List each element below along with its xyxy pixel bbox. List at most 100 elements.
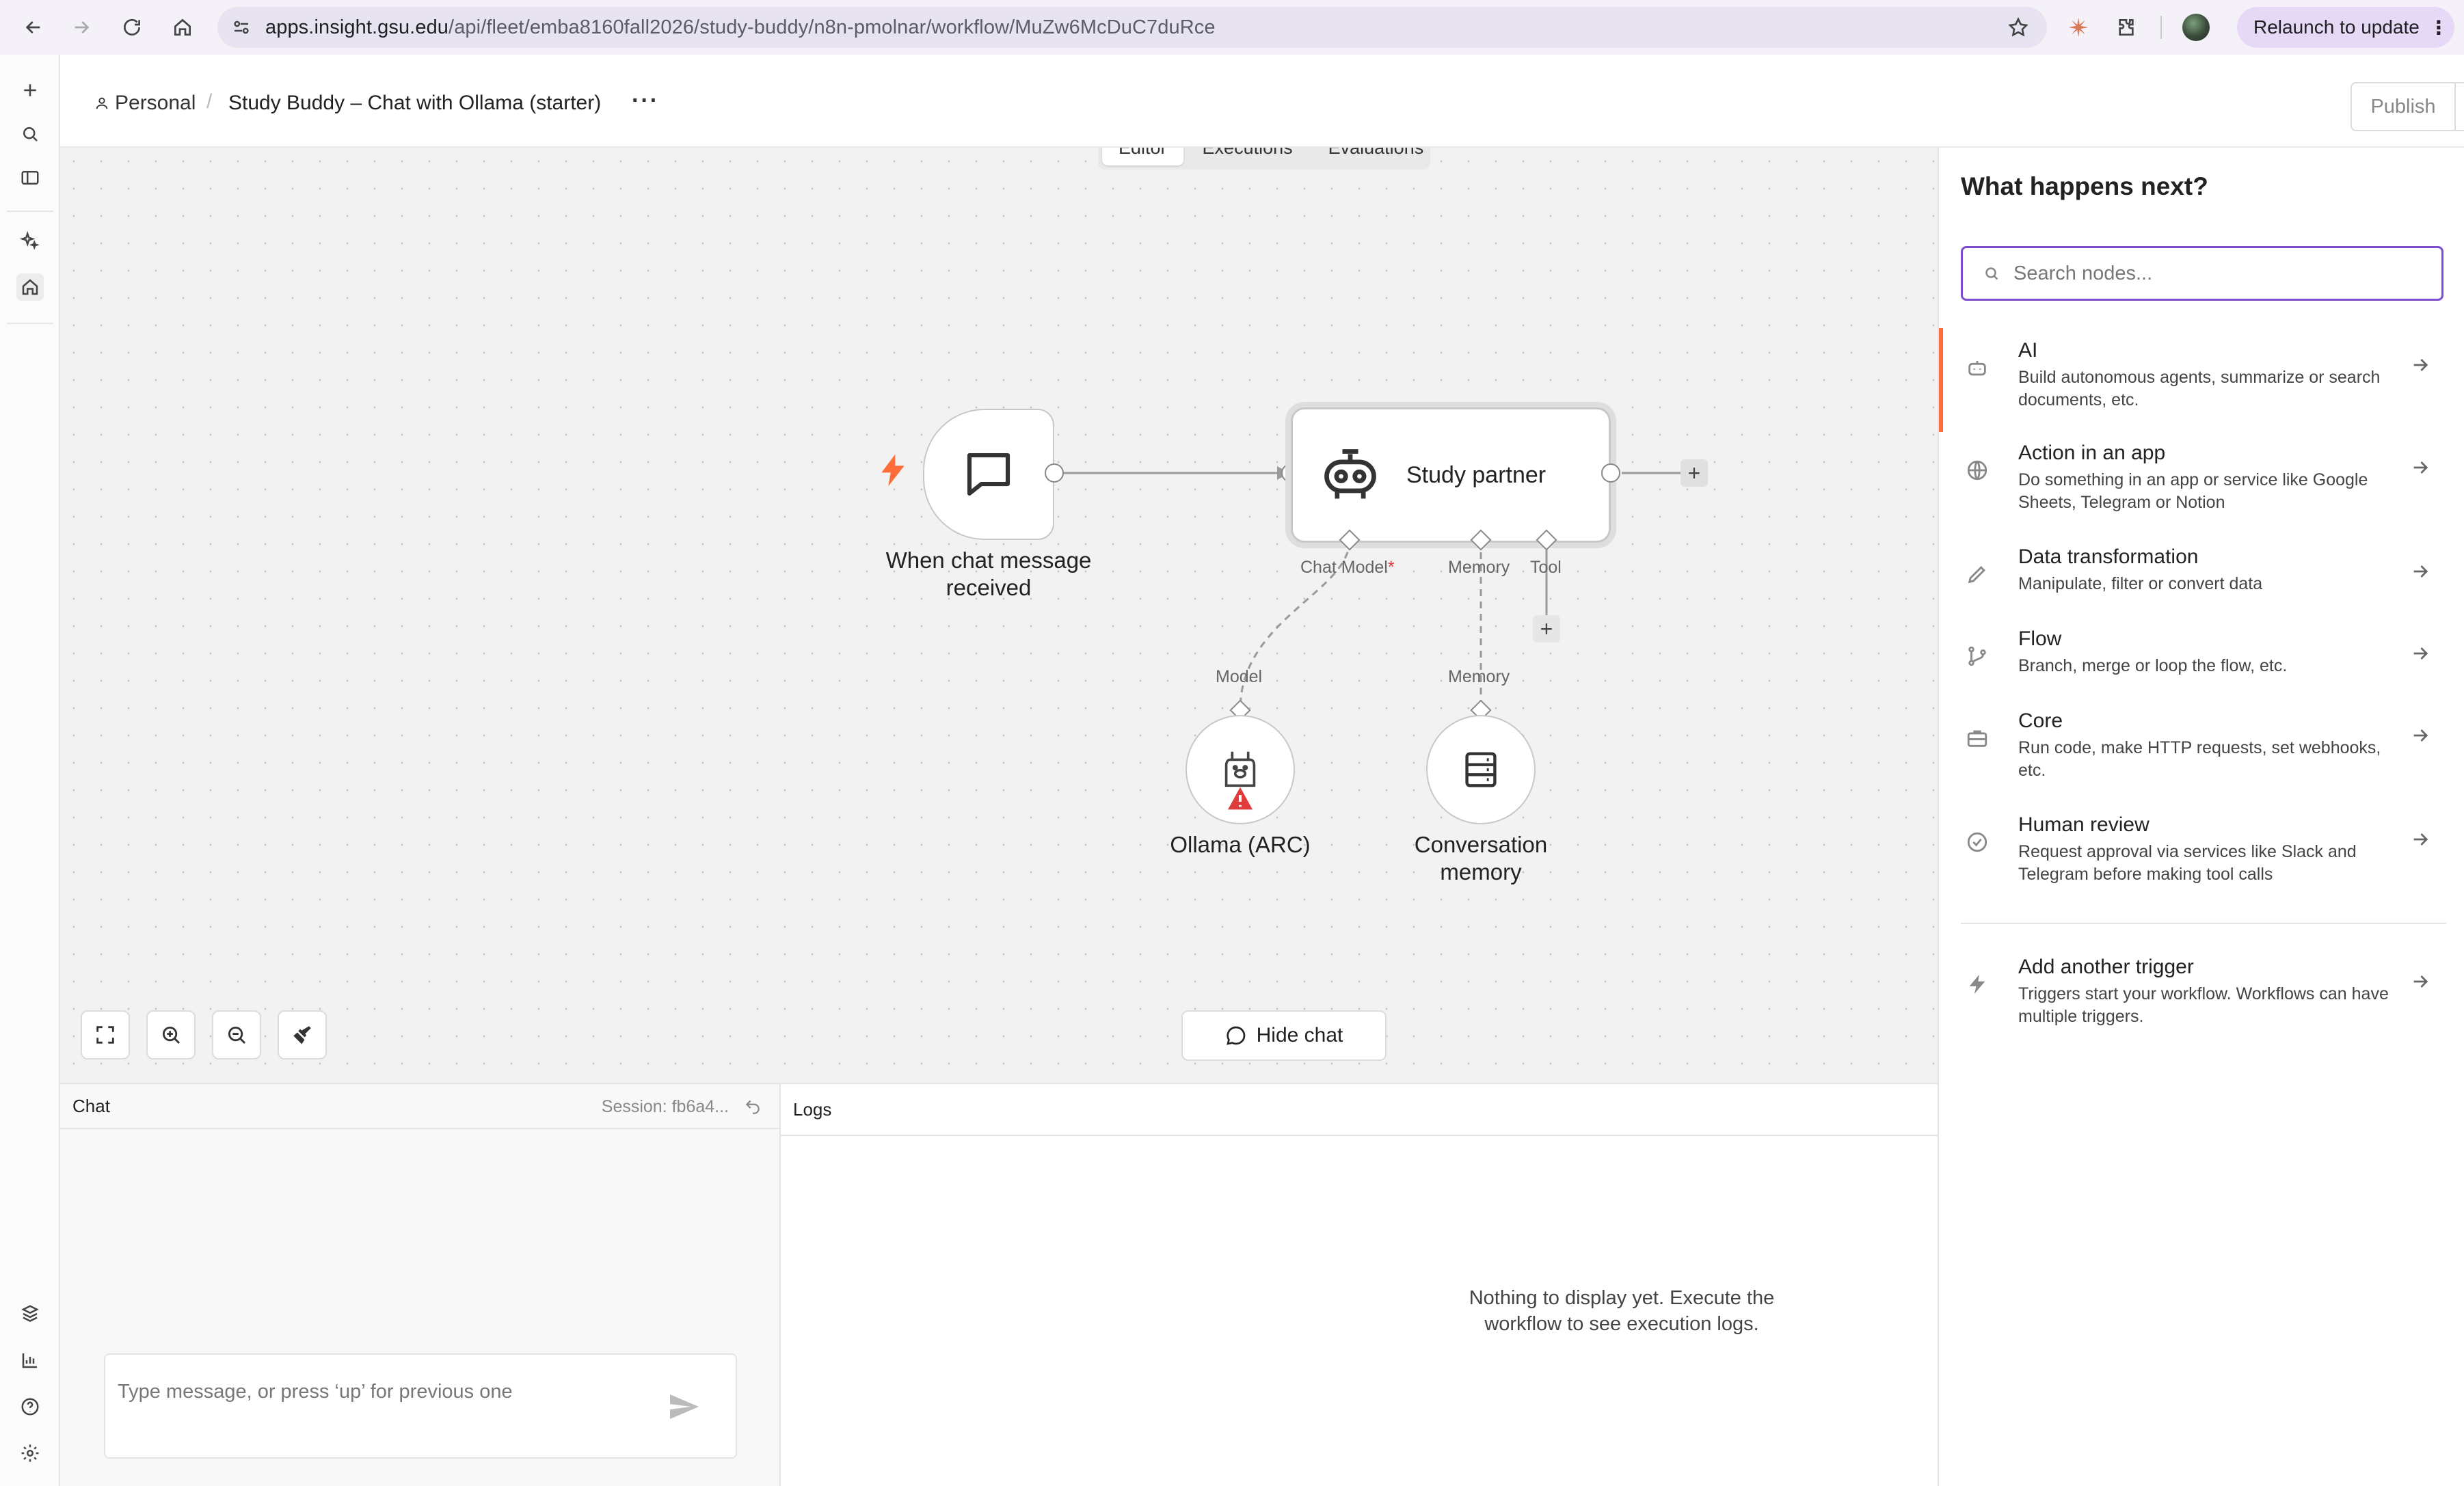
hide-chat-button[interactable]: Hide chat	[1181, 1010, 1387, 1061]
bookmark-star-icon[interactable]	[2007, 16, 2029, 42]
home-icon[interactable]	[16, 273, 44, 301]
chat-panel-header: Chat Session: fb6a4...	[60, 1084, 779, 1129]
database-icon	[1465, 752, 1497, 787]
logs-panel-header: Logs	[781, 1084, 1938, 1136]
chat-message-input[interactable]: Type message, or press ‘up’ for previous…	[104, 1353, 737, 1459]
relaunch-button[interactable]: Relaunch to update ⋮	[2237, 7, 2454, 48]
arrow-left-icon	[25, 21, 40, 33]
canvas-controls	[81, 1010, 327, 1059]
send-icon[interactable]	[667, 1390, 700, 1423]
search-icon[interactable]	[16, 120, 44, 148]
sparkle-ai-icon[interactable]	[16, 227, 44, 254]
add-icon[interactable]	[16, 77, 44, 104]
category-flow[interactable]: Flow Branch, merge or loop the flow, etc…	[1939, 627, 2464, 689]
memory-port-label: Memory	[1448, 558, 1510, 577]
insights-chart-icon[interactable]	[16, 1347, 44, 1374]
category-description: Build autonomous agents, summarize or se…	[2018, 368, 2381, 409]
reload-button[interactable]	[108, 0, 156, 55]
publish-button[interactable]: Publish	[2352, 83, 2456, 130]
zoom-out-icon	[228, 1026, 246, 1044]
trigger-node-label: When chat message received	[885, 548, 1092, 600]
session-id: Session: fb6a4...	[601, 1096, 729, 1116]
pencil-icon	[1964, 560, 1991, 588]
zoom-in-button[interactable]	[146, 1010, 196, 1059]
arrow-right-icon	[2413, 647, 2428, 660]
fit-view-button[interactable]	[81, 1010, 130, 1059]
panel-divider	[1961, 923, 2446, 924]
publish-dropdown-button[interactable]	[2456, 83, 2464, 130]
node-study-partner-agent[interactable]: Study partner	[1291, 407, 1611, 543]
workflow-canvas[interactable]: Editor Executions Evaluations When chat …	[60, 148, 1938, 1083]
trigger-bolt-icon	[881, 454, 905, 487]
node-search-field[interactable]	[1961, 246, 2443, 301]
arrow-right-icon	[2413, 359, 2428, 371]
category-core[interactable]: Core Run code, make HTTP requests, set w…	[1939, 710, 2464, 792]
add-tool-button[interactable]: +	[1533, 615, 1560, 643]
category-description: Do something in an app or service like G…	[2018, 470, 2368, 512]
agent-output-handle[interactable]	[1601, 463, 1620, 483]
breadcrumb-personal[interactable]: Personal	[94, 92, 196, 115]
workflow-header: Personal / Study Buddy – Chat with Ollam…	[60, 55, 2464, 148]
warning-icon	[1228, 787, 1253, 810]
settings-gear-icon[interactable]	[16, 1440, 44, 1467]
session-info: Session: fb6a4...	[602, 1084, 762, 1129]
back-button[interactable]	[10, 0, 57, 55]
node-search-input[interactable]	[2013, 262, 2424, 285]
logs-panel-title: Logs	[793, 1098, 832, 1120]
memory-input-label: Memory	[1448, 667, 1510, 686]
address-bar[interactable]: apps.insight.gsu.edu/api/fleet/emba8160f…	[217, 7, 2047, 48]
chat-model-port-label: Chat Model*	[1300, 558, 1395, 577]
category-action-in-app[interactable]: Action in an app Do something in an app …	[1939, 442, 2464, 524]
robot-icon	[1964, 354, 1991, 381]
category-description: Run code, make HTTP requests, set webhoo…	[2018, 738, 2381, 780]
category-description: Request approval via services like Slack…	[2018, 842, 2357, 884]
forward-button[interactable]	[57, 0, 105, 55]
profile-avatar[interactable]	[2182, 14, 2210, 41]
reset-session-icon[interactable]	[744, 1098, 762, 1116]
arrow-right-icon	[2413, 975, 2428, 988]
category-description: Triggers start your workflow. Workflows …	[2018, 984, 2389, 1026]
logs-empty-state: Nothing to display yet. Execute the work…	[1469, 1287, 1775, 1335]
chat-bubble-icon	[967, 452, 1010, 496]
arrow-right-icon	[2413, 833, 2428, 846]
chat-panel-title: Chat	[72, 1095, 110, 1116]
zoom-out-button[interactable]	[212, 1010, 261, 1059]
category-ai[interactable]: AI Build autonomous agents, summarize or…	[1939, 328, 2464, 432]
category-title: Core	[2018, 710, 2063, 732]
check-circle-icon	[1964, 828, 1991, 856]
category-add-trigger[interactable]: Add another trigger Triggers start your …	[1939, 956, 2464, 1038]
node-conversation-memory[interactable]	[1426, 715, 1536, 824]
tool-port-label: Tool	[1530, 558, 1562, 577]
kebab-menu-icon: ⋮	[2428, 16, 2448, 38]
site-settings-icon[interactable]	[217, 17, 265, 38]
category-title: Flow	[2018, 627, 2062, 650]
category-title: Human review	[2018, 813, 2150, 836]
zoom-in-icon	[162, 1026, 180, 1044]
memory-node-label: Conversation memory	[1414, 832, 1548, 884]
help-icon[interactable]	[16, 1393, 44, 1420]
claude-extension-icon[interactable]	[2065, 14, 2092, 41]
templates-icon[interactable]	[16, 1300, 44, 1327]
hide-chat-label: Hide chat	[1256, 1024, 1343, 1046]
workflow-more-button[interactable]: ···	[632, 87, 659, 114]
category-title: Action in an app	[2018, 442, 2166, 464]
trigger-output-handle[interactable]	[1045, 463, 1064, 483]
puzzle-extensions-icon[interactable]	[2113, 14, 2140, 41]
rail-divider	[7, 323, 53, 324]
tidy-up-button[interactable]	[278, 1010, 327, 1059]
browser-toolbar: apps.insight.gsu.edu/api/fleet/emba8160f…	[0, 0, 2464, 55]
search-icon	[1985, 267, 1998, 280]
workflow-name[interactable]: Study Buddy – Chat with Ollama (starter)	[228, 92, 601, 115]
node-chat-trigger[interactable]	[923, 409, 1054, 540]
breadcrumb-separator: /	[206, 90, 213, 113]
left-sidebar	[0, 55, 60, 1486]
add-node-after-button[interactable]: +	[1680, 459, 1708, 487]
model-input-label: Model	[1216, 667, 1263, 686]
reload-icon	[124, 18, 140, 36]
home-button[interactable]	[159, 0, 206, 55]
project-name: Personal	[115, 92, 196, 114]
arrow-right-icon	[75, 21, 90, 33]
category-data-transformation[interactable]: Data transformation Manipulate, filter o…	[1939, 545, 2464, 607]
toggle-sidebar-icon[interactable]	[16, 164, 44, 191]
category-human-review[interactable]: Human review Request approval via servic…	[1939, 813, 2464, 895]
